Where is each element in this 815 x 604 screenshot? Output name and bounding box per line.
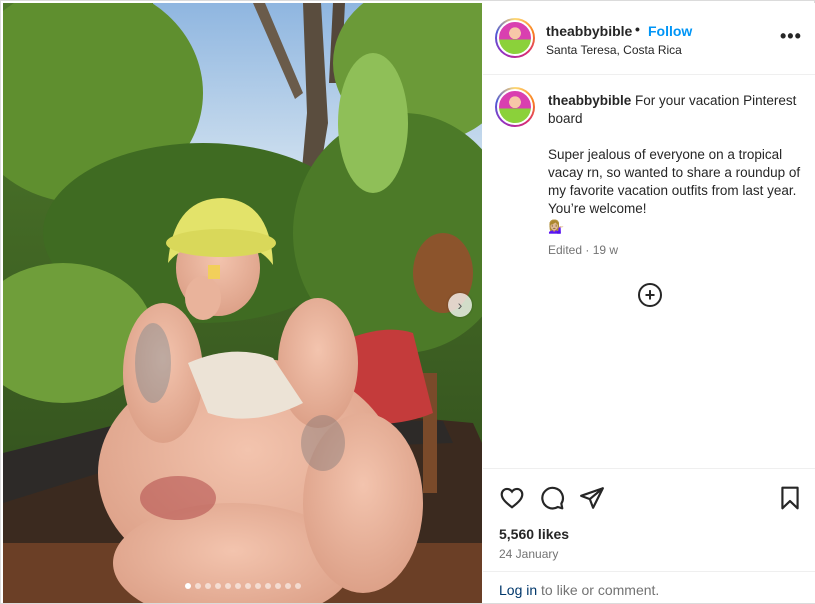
location-link[interactable]: Santa Teresa, Costa Rica <box>546 43 682 57</box>
likes-count[interactable]: 5,560 likes <box>499 526 569 542</box>
username-link[interactable]: theabbybible <box>546 23 632 39</box>
login-prompt: Log in to like or comment. <box>499 582 659 598</box>
plus-circle-icon[interactable]: + <box>638 283 662 307</box>
carousel-dot <box>194 583 201 589</box>
edited-timestamp: Edited · 19 w <box>548 243 619 257</box>
heart-icon[interactable] <box>499 485 525 511</box>
action-bar: 5,560 likes 24 January <box>483 468 815 571</box>
next-slide-button[interactable]: › <box>448 293 472 317</box>
carousel-dots <box>3 583 482 589</box>
login-footer: Log in to like or comment. <box>483 571 815 603</box>
share-icon[interactable] <box>579 485 605 511</box>
post-date: 24 January <box>499 547 559 561</box>
comment-icon[interactable] <box>539 485 565 511</box>
caption-username[interactable]: theabbybible <box>548 93 631 108</box>
carousel-dot <box>204 583 211 589</box>
carousel-dot <box>244 583 251 589</box>
bookmark-icon[interactable] <box>777 485 803 511</box>
carousel-dot <box>214 583 221 589</box>
more-options-icon[interactable]: ••• <box>780 27 802 45</box>
profile-avatar[interactable] <box>495 18 535 58</box>
caption-emoji: 💁🏼‍♀️ <box>548 219 565 234</box>
caption-line2: Super jealous of everyone on a tropical … <box>548 147 801 216</box>
separator-dot: • <box>635 21 640 37</box>
caption-avatar[interactable] <box>495 87 535 127</box>
carousel-dot <box>254 583 261 589</box>
photo-illustration <box>3 3 482 603</box>
carousel-dot <box>284 583 291 589</box>
carousel-dot <box>184 583 191 589</box>
carousel-dot <box>274 583 281 589</box>
carousel-dot <box>224 583 231 589</box>
post-caption: theabbybible For your vacation Pinterest… <box>548 92 808 236</box>
post-frame: › theabbybible • Follow Santa Teresa, Co… <box>0 0 815 604</box>
post-header: theabbybible • Follow Santa Teresa, Cost… <box>483 3 815 75</box>
login-link[interactable]: Log in <box>499 582 537 598</box>
post-sidebar: theabbybible • Follow Santa Teresa, Cost… <box>483 3 815 603</box>
carousel-dot <box>264 583 271 589</box>
post-photo[interactable]: › <box>3 3 482 603</box>
login-rest-text: to like or comment. <box>537 582 660 598</box>
carousel-dot <box>294 583 301 589</box>
carousel-dot <box>234 583 241 589</box>
follow-button[interactable]: Follow <box>648 23 692 39</box>
